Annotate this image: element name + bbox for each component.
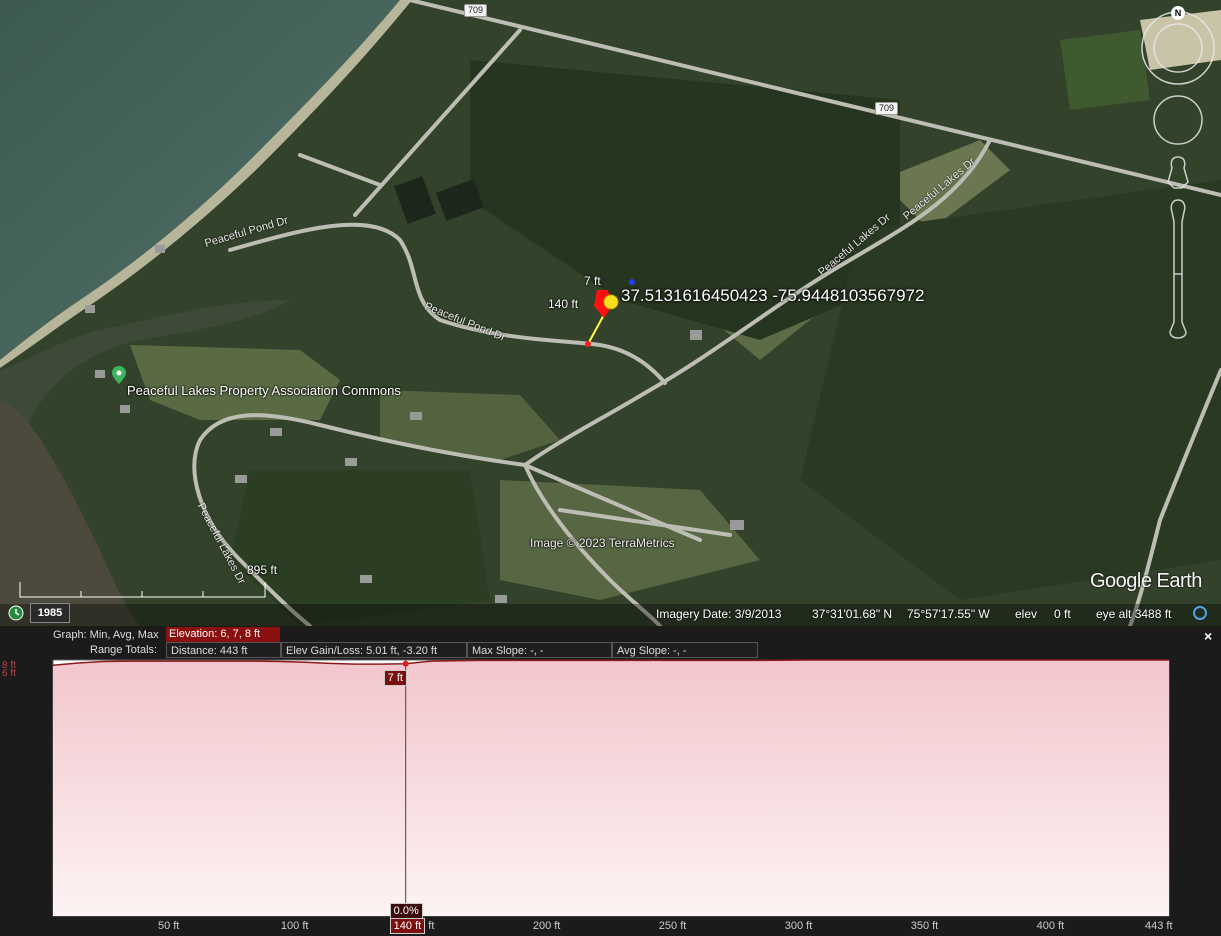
marker-elevation-label: 7 ft	[584, 274, 601, 288]
imagery-date: Imagery Date: 3/9/2013	[656, 607, 782, 621]
longitude-readout: 75°57'17.55" W	[907, 607, 990, 621]
x-tick-label: 250 ft	[658, 920, 687, 932]
place-label[interactable]: Peaceful Lakes Property Association Comm…	[127, 383, 401, 398]
x-tick-label: 50 ft	[157, 920, 180, 932]
scale-label: 895 ft	[247, 563, 278, 577]
x-tick-label: 300 ft	[784, 920, 813, 932]
x-tick-label: 443 ft	[1145, 920, 1173, 932]
eye-altitude-readout: eye alt 3488 ft	[1096, 607, 1172, 621]
cursor-elevation-flag: 7 ft	[383, 669, 407, 686]
latitude-readout: 37°31'01.68" N	[812, 607, 893, 621]
elevation-label: elev	[1015, 607, 1038, 621]
compass-button[interactable]	[1142, 12, 1214, 84]
loading-indicator-icon	[1193, 606, 1207, 620]
attribution: Image © 2023 TerraMetrics	[530, 536, 675, 550]
place-pin-icon[interactable]	[112, 366, 126, 384]
route-shield: 709	[464, 4, 488, 17]
coordinates-label: 37.5131616450423 -75.9448103567972	[621, 286, 925, 305]
x-tick-label: 400 ft	[1036, 920, 1065, 932]
route-shield: 709	[875, 102, 899, 115]
profile-cursor-point	[402, 660, 409, 667]
x-tick-label: 200 ft	[532, 920, 561, 932]
elevation-profile-chart[interactable]	[0, 626, 1221, 936]
historical-imagery-clock-icon[interactable]	[8, 605, 24, 621]
historical-year-button[interactable]: 1985	[30, 603, 70, 623]
cursor-distance-flag: 140 ft	[389, 918, 426, 934]
x-tick-label: 350 ft	[910, 920, 939, 932]
cursor-slope-flag: 0.0%	[389, 903, 423, 919]
street-view-button[interactable]	[1166, 155, 1190, 189]
yellow-pushpin-icon	[603, 294, 619, 310]
satellite-map[interactable]: Peaceful Pond Dr Peaceful Pond Dr Peacef…	[0, 0, 1221, 626]
status-bar	[0, 604, 1221, 626]
x-tick-label: 100 ft	[280, 920, 309, 932]
look-joystick-button[interactable]	[1154, 96, 1202, 144]
elevation-area	[53, 660, 1169, 916]
google-earth-logo: Google Earth	[1090, 570, 1202, 592]
elevation-readout: 0 ft	[1054, 607, 1071, 621]
y-tick-label: 6 ft	[2, 668, 16, 679]
marker-distance-label: 140 ft	[548, 297, 579, 311]
zoom-slider[interactable]	[1168, 198, 1188, 342]
satellite-imagery	[0, 0, 1221, 626]
